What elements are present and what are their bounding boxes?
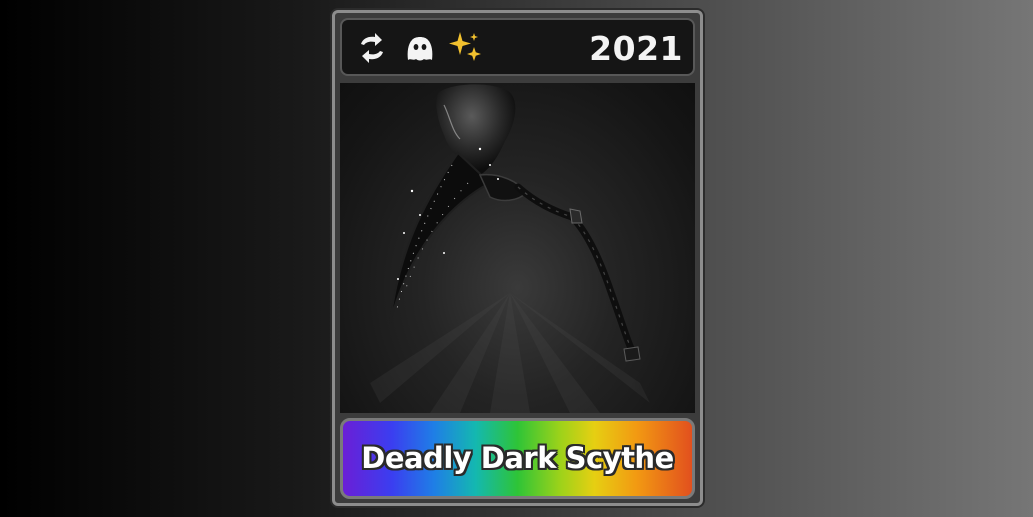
ghost-icon: [402, 30, 438, 66]
item-image-area: [340, 83, 695, 413]
scythe-image: [370, 84, 650, 413]
item-name-banner: Deadly Dark Scythe: [340, 418, 695, 499]
trade-arrows-icon: [354, 30, 390, 66]
item-card[interactable]: 2021 Deadly Dark Scythe: [332, 10, 703, 506]
year-label: 2021: [589, 29, 683, 68]
sparkle-icon: [447, 30, 483, 66]
card-header: 2021: [340, 18, 695, 76]
item-name: Deadly Dark Scythe: [361, 441, 674, 475]
